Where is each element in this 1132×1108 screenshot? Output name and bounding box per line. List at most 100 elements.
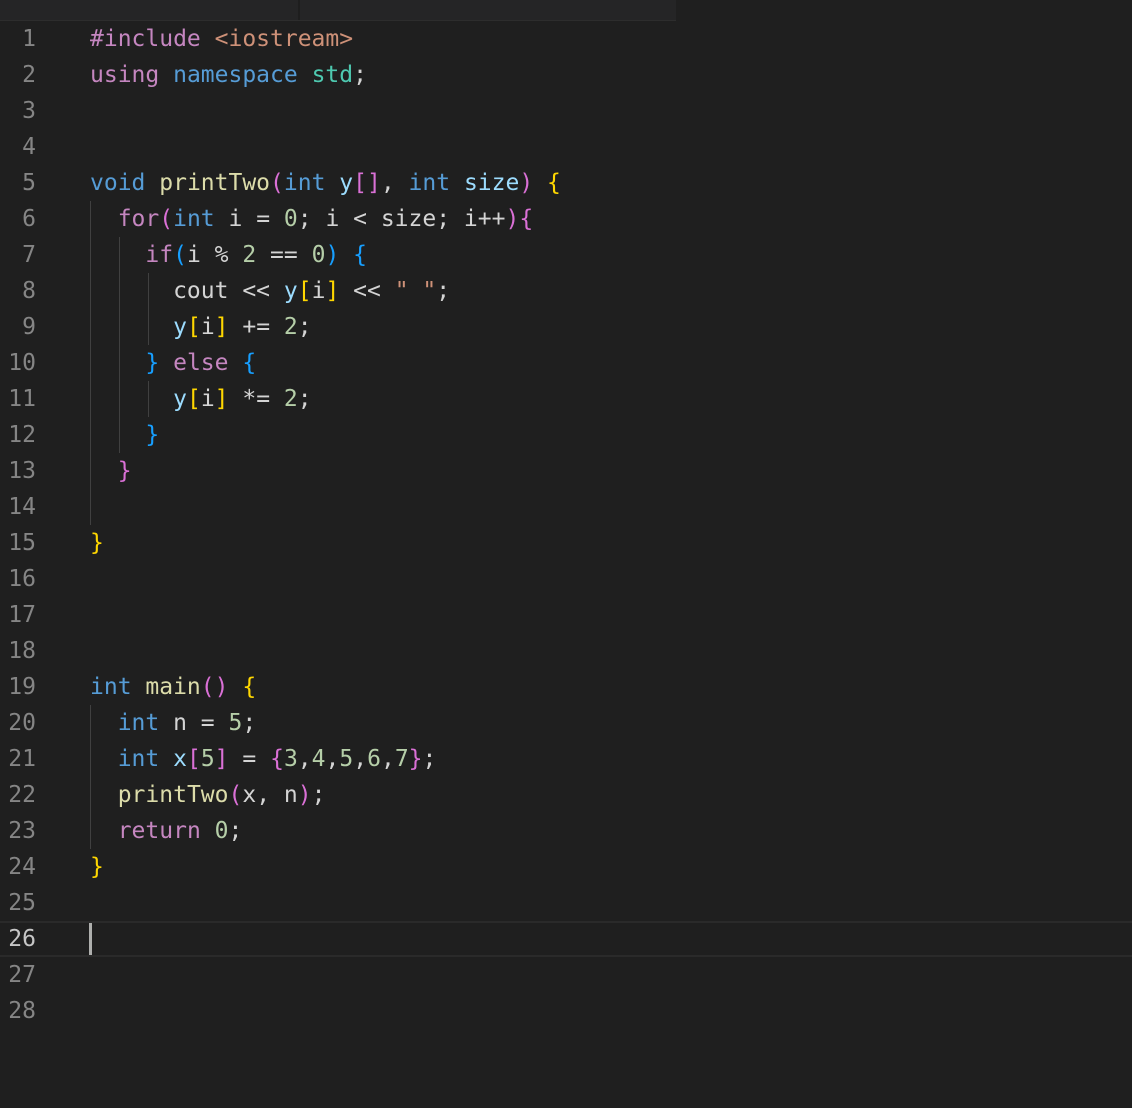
code-token: {: [242, 674, 257, 700]
code-token: ]: [214, 746, 229, 772]
code-token: for: [117, 206, 160, 232]
line-number: 20: [8, 710, 36, 736]
code-token: main: [145, 674, 201, 700]
code-token: int: [408, 170, 464, 196]
code-line[interactable]: 25: [0, 885, 1132, 921]
line-number: 9: [22, 314, 36, 340]
code-token: i =: [228, 206, 284, 232]
code-token: ;: [353, 62, 367, 88]
code-line[interactable]: 9 y[i] += 2;: [0, 309, 1132, 345]
line-number: 8: [22, 278, 36, 304]
line-number: 23: [8, 818, 36, 844]
code-line[interactable]: 10 } else {: [0, 345, 1132, 381]
code-line[interactable]: 21 int x[5] = {3,4,5,6,7};: [0, 741, 1132, 777]
code-token: [: [186, 746, 201, 772]
code-line[interactable]: 18: [0, 633, 1132, 669]
line-number: 16: [8, 566, 36, 592]
line-number: 14: [8, 494, 36, 520]
code-token: 2: [283, 386, 298, 412]
code-line[interactable]: 8 cout << y[i] << " ";: [0, 273, 1132, 309]
code-line[interactable]: 14: [0, 489, 1132, 525]
code-token: 3: [283, 746, 298, 772]
code-line[interactable]: 11 y[i] *= 2;: [0, 381, 1132, 417]
code-token: }: [90, 530, 104, 556]
code-line[interactable]: 4: [0, 129, 1132, 165]
code-line[interactable]: 12 }: [0, 417, 1132, 453]
code-token: [: [186, 314, 201, 340]
code-token: <iostream>: [214, 26, 354, 52]
code-line[interactable]: 28: [0, 993, 1132, 1029]
code-token: ,: [325, 746, 340, 772]
code-text: cout << y[i] << " ";: [90, 273, 450, 309]
line-number: 10: [8, 350, 36, 376]
code-token: return: [117, 818, 215, 844]
code-text: y[i] *= 2;: [90, 381, 312, 417]
code-token: [: [297, 278, 312, 304]
code-token: ;: [436, 278, 451, 304]
code-token: }: [117, 458, 132, 484]
code-token: {: [353, 242, 368, 268]
code-token: []: [353, 170, 381, 196]
code-token: y: [173, 386, 187, 412]
code-line[interactable]: 22 printTwo(x, n);: [0, 777, 1132, 813]
code-line[interactable]: 3: [0, 93, 1132, 129]
code-token: {: [547, 170, 561, 196]
code-text: printTwo(x, n);: [90, 777, 326, 813]
code-token: ]: [214, 314, 229, 340]
code-line[interactable]: 2 using namespace std;: [0, 57, 1132, 93]
code-text: using namespace std;: [90, 57, 367, 93]
code-line[interactable]: 5 void printTwo(int y[], int size) {: [0, 165, 1132, 201]
code-token: int: [283, 170, 340, 196]
code-line[interactable]: 13 }: [0, 453, 1132, 489]
code-line[interactable]: 15}: [0, 525, 1132, 561]
line-number: 19: [8, 674, 36, 700]
code-line[interactable]: 1 #include <iostream>: [0, 21, 1132, 57]
code-line[interactable]: 19 int main() {: [0, 669, 1132, 705]
line-number: 5: [22, 170, 36, 196]
indent-guide: [148, 273, 149, 345]
code-line[interactable]: 16: [0, 561, 1132, 597]
code-text: int x[5] = {3,4,5,6,7};: [90, 741, 437, 777]
indent-guide: [119, 237, 120, 453]
line-number: 18: [8, 638, 36, 664]
line-number: 24: [8, 854, 36, 880]
code-line[interactable]: 6 for(int i = 0; i < size; i++){: [0, 201, 1132, 237]
code-token: printTwo: [117, 782, 229, 808]
line-number: 28: [8, 998, 36, 1024]
line-number: 12: [8, 422, 36, 448]
code-token: (: [228, 782, 243, 808]
line-number: 6: [22, 206, 36, 232]
line-number: 17: [8, 602, 36, 628]
code-token: int: [117, 710, 174, 736]
code-token: printTwo: [159, 170, 271, 196]
code-text: int main() {: [90, 669, 256, 705]
code-token: ): [297, 782, 312, 808]
code-token: 5: [200, 746, 215, 772]
code-token: else: [173, 350, 229, 376]
indent-guide: [90, 201, 91, 525]
code-line[interactable]: 7 if(i % 2 == 0) {: [0, 237, 1132, 273]
code-line[interactable]: 24}: [0, 849, 1132, 885]
code-text: }: [90, 417, 159, 453]
code-token: [: [186, 386, 201, 412]
code-token: namespace: [173, 62, 312, 88]
code-token: y: [283, 278, 298, 304]
code-token: 5: [339, 746, 354, 772]
code-line[interactable]: 23 return 0;: [0, 813, 1132, 849]
code-line[interactable]: 20 int n = 5;: [0, 705, 1132, 741]
code-editor[interactable]: 1 #include <iostream> 2 using namespace std…: [0, 21, 1132, 1108]
line-number: 26: [8, 926, 36, 952]
code-token: }: [90, 854, 104, 880]
code-token: ;: [311, 782, 326, 808]
code-line[interactable]: 26: [0, 921, 1132, 957]
code-token: *=: [228, 386, 284, 412]
code-token: ;: [228, 818, 243, 844]
code-line[interactable]: 27: [0, 957, 1132, 993]
code-line[interactable]: 17: [0, 597, 1132, 633]
code-token: x, n: [242, 782, 298, 808]
code-token: {: [519, 206, 534, 232]
